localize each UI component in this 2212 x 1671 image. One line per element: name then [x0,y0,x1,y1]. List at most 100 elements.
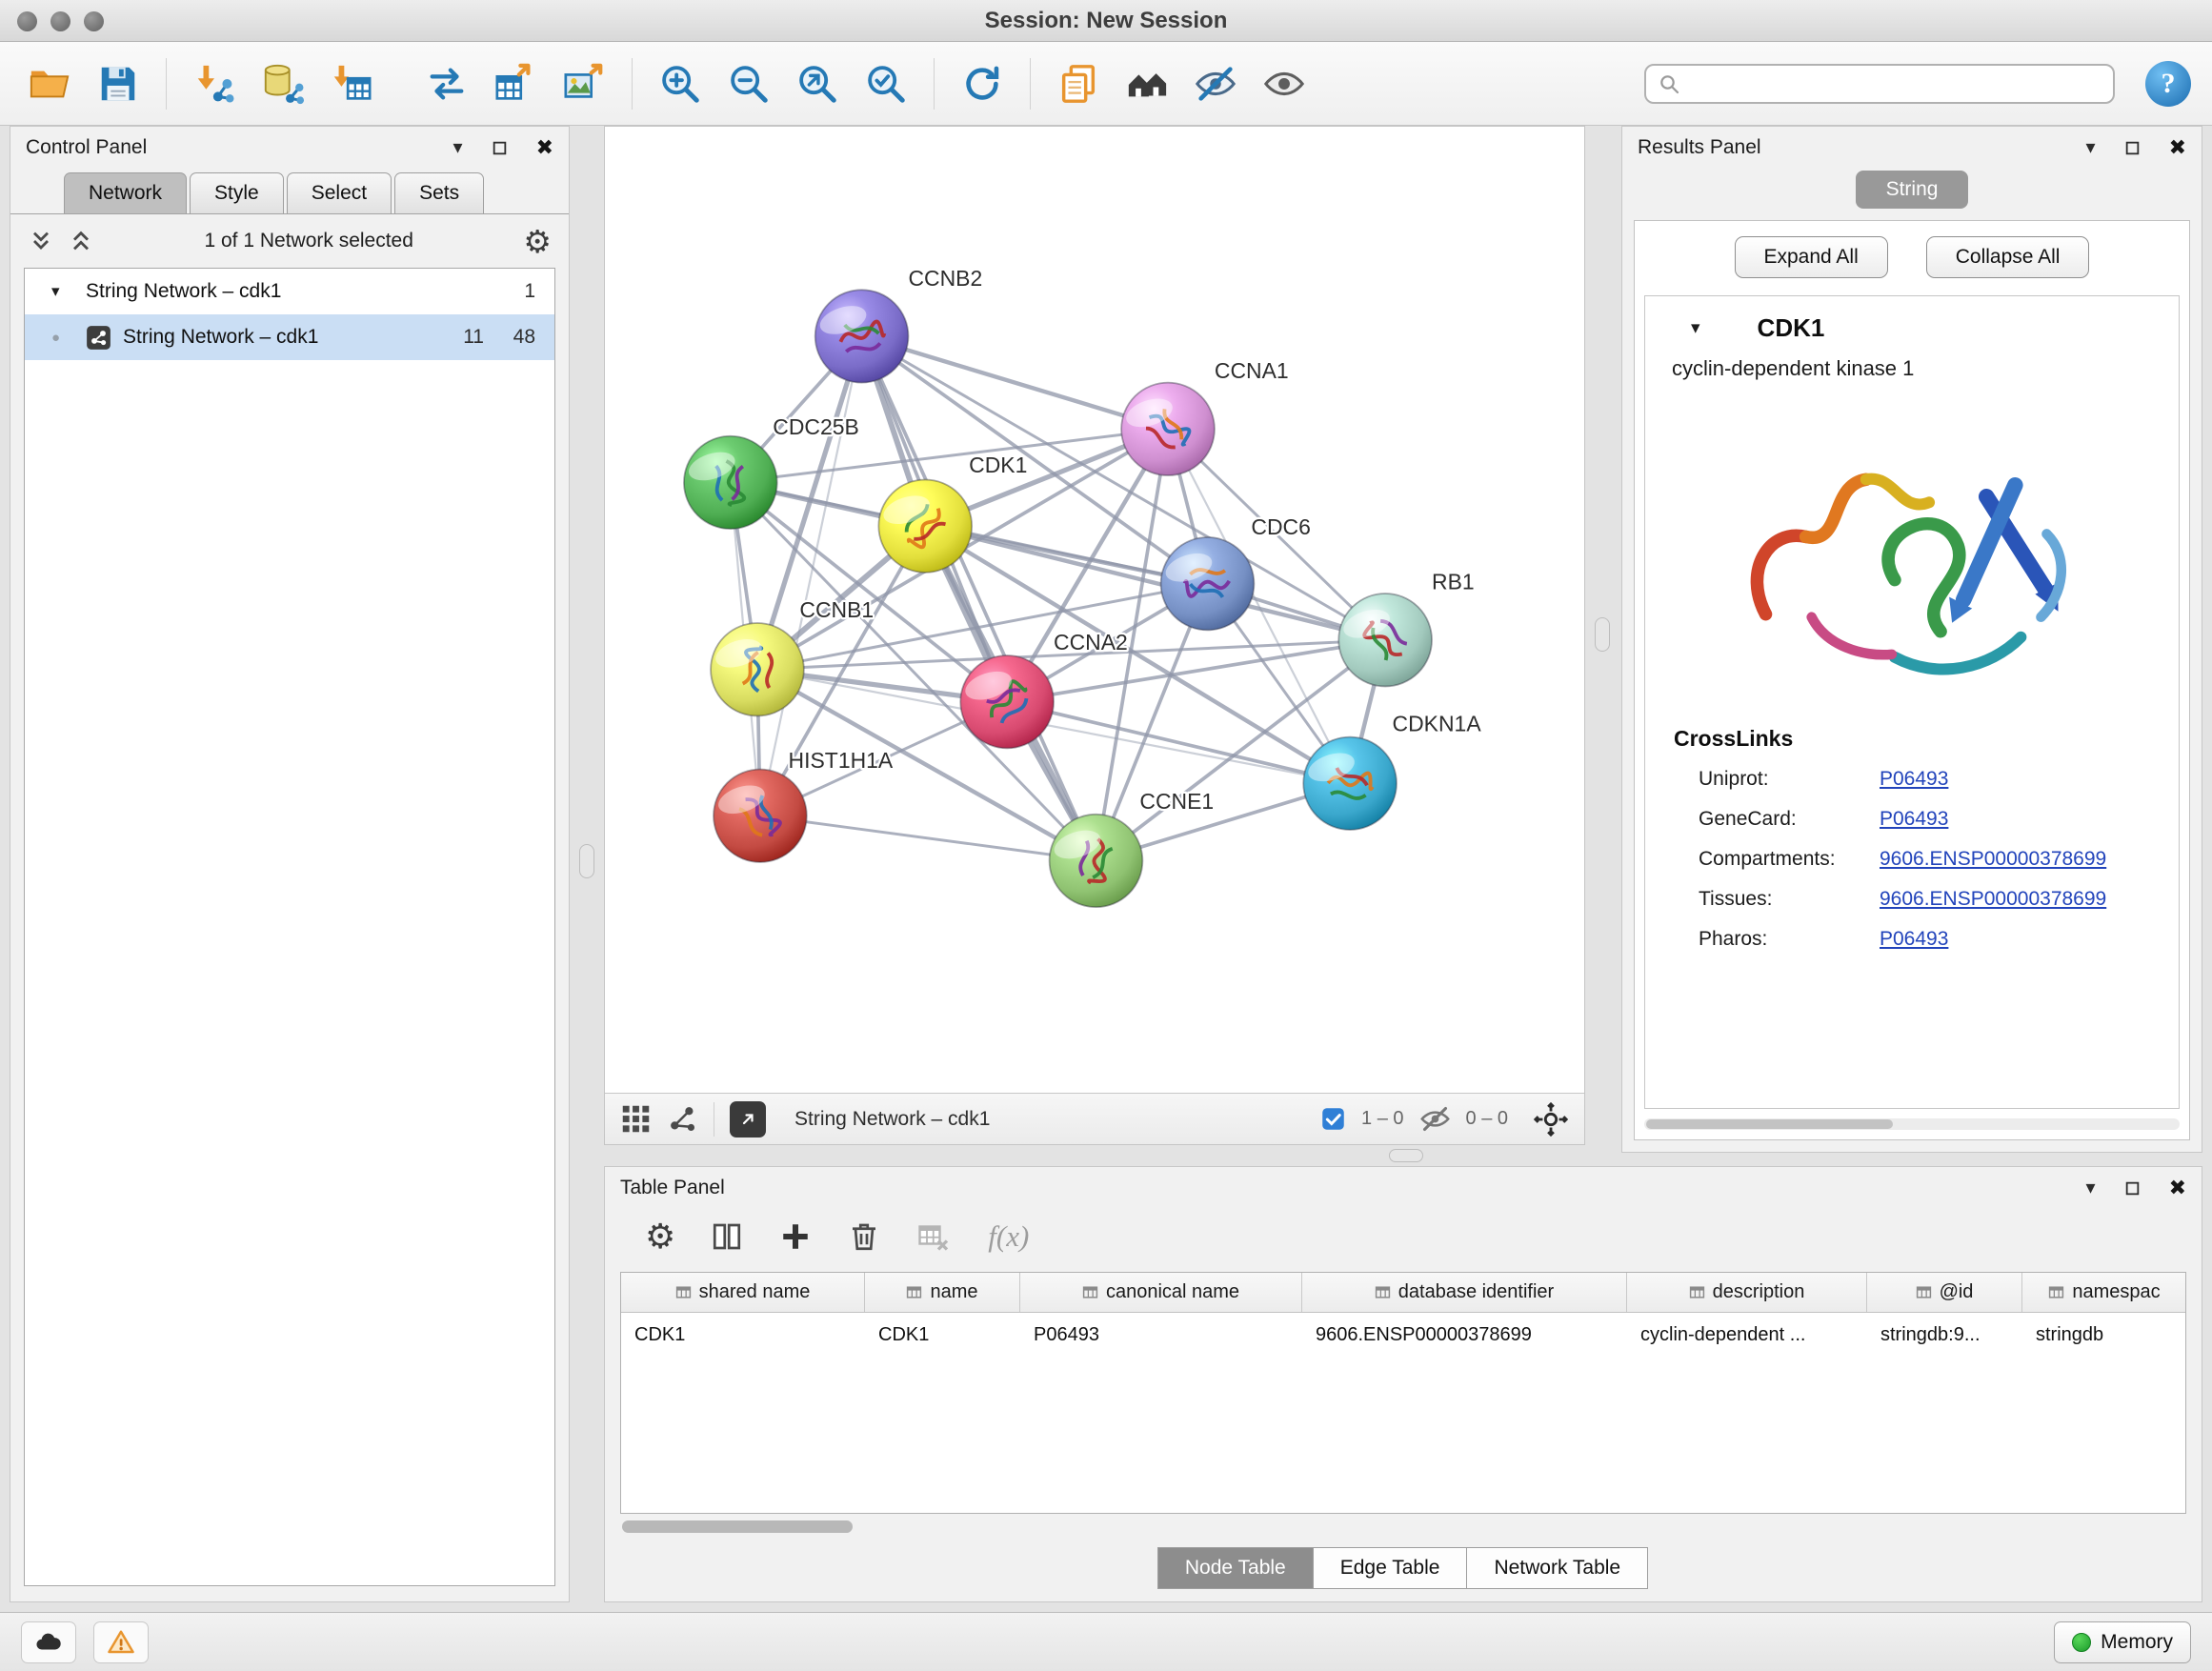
crosslink-value-link[interactable]: 9606.ENSP00000378699 [1880,848,2106,871]
gene-expander-icon[interactable]: ▾ [1691,317,1700,339]
node-table: shared namenamecanonical namedatabase id… [620,1272,2186,1514]
export-image-button[interactable] [555,55,613,112]
network-row[interactable]: ● String Network – cdk1 11 48 [25,314,554,360]
search-input[interactable] [1690,72,2101,95]
scrollbar-thumb[interactable] [1646,1119,1893,1129]
maximize-window-button[interactable] [84,11,104,31]
minimize-window-button[interactable] [50,11,70,31]
zoom-in-button[interactable] [652,55,709,112]
panel-float-icon[interactable] [2124,140,2141,156]
results-horizontal-scrollbar[interactable] [1644,1118,2180,1130]
tab-edge-table[interactable]: Edge Table [1313,1547,1468,1589]
help-button[interactable]: ? [2145,61,2191,107]
save-session-button[interactable] [90,55,147,112]
column-header-name[interactable]: name [865,1273,1020,1312]
zoom-out-button[interactable] [720,55,777,112]
network-node-rb1[interactable]: RB1 [1338,570,1474,687]
crosslink-value-link[interactable]: P06493 [1880,768,1948,791]
columns-icon[interactable] [710,1219,744,1254]
network-node-cdkn1a[interactable]: CDKN1A [1303,712,1481,830]
grid-view-icon[interactable] [620,1103,652,1135]
table-horizontal-scrollbar[interactable] [620,1520,2186,1534]
control-panel-header: Control Panel ▾ ✖ [10,127,569,169]
column-header-canonical-name[interactable]: canonical name [1020,1273,1302,1312]
export-network-button[interactable] [487,55,544,112]
crosslink-value-link[interactable]: P06493 [1880,928,1948,951]
collapse-all-button[interactable]: Collapse All [1926,236,2090,278]
column-header--id[interactable]: @id [1867,1273,2022,1312]
pan-crosshair-icon[interactable] [1533,1101,1569,1137]
network-edge[interactable] [925,526,1385,640]
gear-icon[interactable]: ⚙ [523,226,552,257]
cloud-status-button[interactable] [21,1621,76,1663]
open-in-browser-button[interactable] [730,1101,766,1137]
tab-network-table[interactable]: Network Table [1466,1547,1648,1589]
crosslink-value-link[interactable]: 9606.ENSP00000378699 [1880,888,2106,911]
import-network-from-database-button[interactable] [254,55,312,112]
apply-layout-button[interactable] [954,55,1011,112]
delete-icon[interactable] [847,1219,881,1254]
zoom-selected-button[interactable] [857,55,915,112]
close-window-button[interactable] [17,11,37,31]
splitter-handle[interactable] [1389,1149,1423,1162]
share-network-icon[interactable] [667,1103,698,1135]
network-node-ccna1[interactable]: CCNA1 [1121,358,1289,475]
network-node-cdc6[interactable]: CDC6 [1161,514,1311,630]
tab-node-table[interactable]: Node Table [1157,1547,1314,1589]
search-box[interactable] [1644,64,2115,104]
gear-icon[interactable]: ⚙ [645,1219,675,1254]
network-bullet-icon: ● [51,330,74,346]
tree-expander-icon[interactable]: ▾ [51,282,74,301]
hide-elements-button[interactable] [1187,55,1244,112]
panel-float-icon[interactable] [2124,1180,2141,1197]
column-header-namespac[interactable]: namespac [2022,1273,2186,1312]
network-node-hist1h1a[interactable]: HIST1H1A [714,748,894,862]
table-panel-header: Table Panel ▾ ✖ [605,1167,2202,1209]
add-column-icon[interactable] [778,1219,813,1254]
warnings-button[interactable] [93,1621,149,1663]
column-header-description[interactable]: description [1627,1273,1867,1312]
table-row[interactable]: CDK1CDK1P064939606.ENSP00000378699cyclin… [621,1313,2185,1357]
selected-checkbox-icon[interactable] [1320,1106,1346,1132]
column-header-database-identifier[interactable]: database identifier [1302,1273,1627,1312]
network-edge[interactable] [862,336,1096,861]
splitter-handle[interactable] [1595,617,1610,652]
panel-close-icon[interactable]: ✖ [2169,137,2186,158]
hidden-eye-slash-icon[interactable] [1419,1103,1451,1135]
network-edge[interactable] [862,336,1168,429]
panel-close-icon[interactable]: ✖ [536,137,553,158]
open-session-button[interactable] [21,55,78,112]
collapse-all-icon[interactable] [28,228,54,254]
memory-button[interactable]: Memory [2054,1621,2191,1663]
panel-menu-icon[interactable]: ▾ [2086,138,2096,157]
zoom-fit-button[interactable] [789,55,846,112]
network-collection-row[interactable]: ▾ String Network – cdk1 1 [25,269,554,314]
scrollbar-thumb[interactable] [622,1520,853,1533]
expand-all-icon[interactable] [68,228,94,254]
home-view-button[interactable] [1118,55,1176,112]
network-view-toolbar: String Network – cdk1 1 – 0 0 – 0 [605,1093,1584,1144]
expand-all-button[interactable]: Expand All [1735,236,1888,278]
show-elements-button[interactable] [1256,55,1313,112]
panel-float-icon[interactable] [492,140,508,156]
network-node-cdk1[interactable]: CDK1 [878,453,1027,573]
tab-string[interactable]: String [1856,171,1969,209]
import-network-from-file-button[interactable] [186,55,243,112]
network-canvas[interactable]: CCNB2CCNA1CDC25BCDK1CDC6RB1CCNB1CCNA2CDK… [605,127,1584,1093]
panel-close-icon[interactable]: ✖ [2169,1178,2186,1198]
copy-document-button[interactable] [1050,55,1107,112]
network-edge[interactable] [1007,702,1350,784]
splitter-handle[interactable] [579,844,594,878]
network-node-ccne1[interactable]: CCNE1 [1050,789,1215,907]
tab-style[interactable]: Style [190,172,284,213]
crosslink-value-link[interactable]: P06493 [1880,808,1948,831]
tab-sets[interactable]: Sets [394,172,484,213]
network-edge[interactable] [760,815,1096,860]
panel-menu-icon[interactable]: ▾ [453,138,463,157]
import-table-button[interactable] [323,55,380,112]
column-header-shared-name[interactable]: shared name [621,1273,865,1312]
clone-network-button[interactable] [418,55,475,112]
panel-menu-icon[interactable]: ▾ [2086,1178,2096,1198]
tab-network[interactable]: Network [64,172,187,213]
tab-select[interactable]: Select [287,172,392,213]
